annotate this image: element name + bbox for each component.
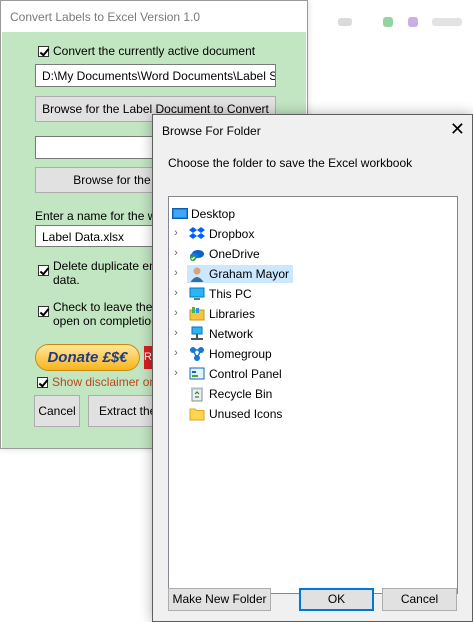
- tree-item-label: Desktop: [191, 207, 236, 221]
- make-new-folder-button[interactable]: Make New Folder: [168, 588, 271, 611]
- tree-item-label: Libraries: [209, 307, 256, 321]
- leave-open-checkbox[interactable]: [38, 306, 49, 317]
- active-doc-label: Convert the currently active document: [53, 44, 256, 58]
- network-icon: [191, 326, 203, 340]
- tree-item-unused-icons[interactable]: Unused Icons: [187, 405, 286, 423]
- close-icon[interactable]: ✕: [450, 119, 465, 139]
- tree-item-label: Dropbox: [209, 227, 255, 241]
- tree-item-onedrive[interactable]: OneDrive: [187, 245, 264, 263]
- tree-item-label: Control Panel: [209, 367, 282, 381]
- chevron-right-icon[interactable]: ›: [171, 327, 181, 339]
- tree-item-label: Homegroup: [209, 347, 272, 361]
- window-title: Convert Labels to Excel Version 1.0: [10, 10, 201, 24]
- dialog-title: Browse For Folder: [162, 124, 261, 138]
- tree-item-label: Graham Mayor: [209, 267, 290, 281]
- chevron-right-icon[interactable]: ›: [171, 227, 181, 239]
- tree-item-label: OneDrive: [209, 247, 260, 261]
- desktop-icon: [172, 208, 188, 219]
- cancel-button[interactable]: Cancel: [34, 395, 80, 427]
- chevron-right-icon[interactable]: ›: [171, 347, 181, 359]
- libraries-icon: [189, 307, 205, 321]
- output-folder-field[interactable]: [35, 136, 165, 159]
- tree-item-dropbox[interactable]: Dropbox: [187, 225, 258, 243]
- active-doc-checkbox[interactable]: [38, 46, 49, 57]
- dropbox-icon: [189, 227, 205, 239]
- tree-item-desktop[interactable]: Desktop: [171, 205, 239, 223]
- chevron-right-icon[interactable]: ›: [171, 287, 181, 299]
- tree-item-label: Recycle Bin: [209, 387, 273, 401]
- delete-duplicates-checkbox[interactable]: [38, 265, 49, 276]
- tree-item-label: Network: [209, 327, 254, 341]
- show-disclaimer-checkbox[interactable]: [37, 377, 48, 388]
- tree-item-control-panel[interactable]: Control Panel: [187, 365, 286, 383]
- donate-button[interactable]: Donate £$€: [35, 344, 140, 371]
- folder-icon: [189, 408, 205, 421]
- tree-item-homegroup[interactable]: Homegroup: [187, 345, 276, 363]
- chevron-right-icon[interactable]: ›: [171, 247, 181, 259]
- tree-item-label: Unused Icons: [209, 407, 283, 421]
- workbook-name-prompt: Enter a name for the wo: [35, 209, 164, 223]
- control-panel-icon: [189, 367, 205, 380]
- chevron-right-icon[interactable]: ›: [171, 267, 181, 279]
- user-folder-icon: [190, 267, 204, 282]
- extract-button[interactable]: Extract the: [88, 395, 156, 427]
- browse-excel-folder-button[interactable]: Browse for the E: [35, 167, 165, 193]
- leave-open-label-line2: open on completion: [53, 314, 158, 328]
- document-path-field[interactable]: D:\My Documents\Word Documents\Label Sam…: [35, 64, 276, 87]
- leave-open-label-line1: Check to leave the o: [53, 300, 163, 314]
- tree-item-recycle-bin[interactable]: Recycle Bin: [187, 385, 276, 403]
- ok-button[interactable]: OK: [299, 588, 374, 611]
- background-blur: [383, 17, 393, 27]
- cancel-button[interactable]: Cancel: [382, 588, 457, 611]
- chevron-right-icon[interactable]: ›: [171, 367, 181, 379]
- tree-item-this-pc[interactable]: This PC: [187, 285, 256, 303]
- delete-duplicates-label-line2: data.: [53, 273, 80, 287]
- tree-item-label: This PC: [209, 287, 252, 301]
- background-app: [308, 0, 473, 40]
- delete-duplicates-label-line1: Delete duplicate entri: [53, 259, 166, 273]
- workbook-name-input[interactable]: Label Data.xlsx: [35, 225, 165, 247]
- tree-item-graham-mayor[interactable]: Graham Mayor: [187, 265, 294, 283]
- folder-tree[interactable]: Desktop › Dropbox › OneDrive › Graham Ma…: [168, 196, 458, 594]
- tree-item-network[interactable]: Network: [187, 325, 257, 343]
- recycle-bin-icon: [191, 387, 203, 402]
- chevron-right-icon[interactable]: ›: [171, 307, 181, 319]
- background-blur: [432, 18, 462, 26]
- homegroup-icon: [190, 347, 204, 361]
- background-blur: [338, 18, 352, 26]
- browse-for-folder-dialog: Browse For Folder ✕ Choose the folder to…: [152, 114, 473, 622]
- onedrive-icon: [190, 250, 204, 261]
- dialog-prompt: Choose the folder to save the Excel work…: [168, 156, 413, 170]
- computer-icon: [189, 287, 205, 300]
- background-blur: [408, 17, 418, 27]
- tree-item-libraries[interactable]: Libraries: [187, 305, 259, 323]
